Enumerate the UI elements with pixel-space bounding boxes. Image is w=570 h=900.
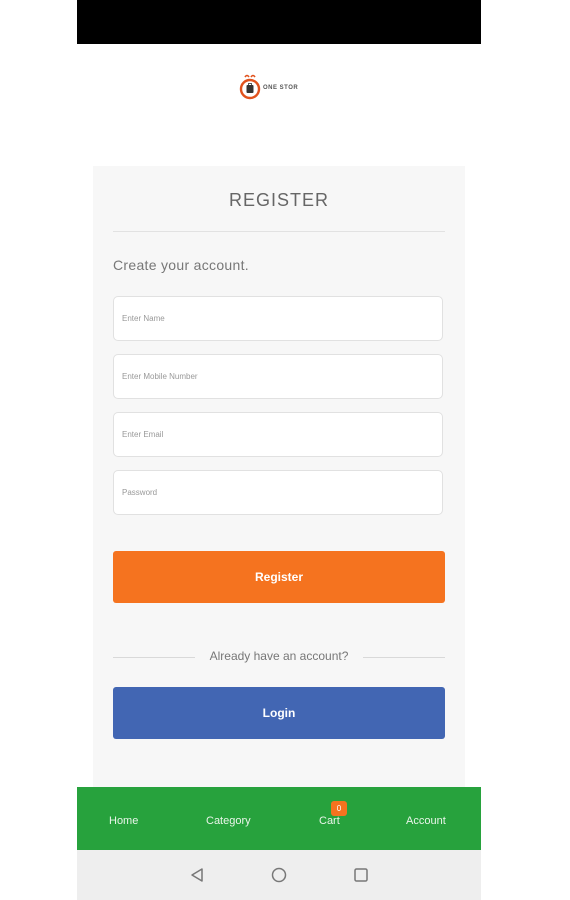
already-account-text: Already have an account? — [209, 649, 349, 663]
subtitle: Create your account. — [113, 257, 249, 273]
system-nav-bar — [77, 850, 481, 900]
bottom-nav: Home Category 0 Cart Account — [77, 787, 481, 850]
brand-logo[interactable]: ONE STOR — [237, 73, 298, 103]
already-account-row: Already have an account? — [113, 647, 445, 667]
title-divider — [113, 231, 445, 232]
logo-icon — [239, 74, 261, 100]
email-field[interactable] — [113, 412, 443, 457]
recents-square-icon[interactable] — [353, 867, 369, 883]
main-content: REGISTER Create your account. Register A… — [77, 130, 481, 806]
login-button[interactable]: Login — [113, 687, 445, 739]
divider-right — [363, 657, 445, 658]
home-circle-icon[interactable] — [271, 867, 287, 883]
mobile-field[interactable] — [113, 354, 443, 399]
name-field[interactable] — [113, 296, 443, 341]
name-input[interactable] — [114, 297, 442, 340]
mobile-input[interactable] — [114, 355, 442, 398]
email-input[interactable] — [114, 413, 442, 456]
nav-category[interactable]: Category — [206, 815, 251, 827]
nav-account[interactable]: Account — [406, 815, 446, 827]
phone-screen: ONE STOR REGISTER Create your account. R… — [77, 0, 481, 900]
brand-name: ONE STOR — [263, 85, 299, 91]
password-field[interactable] — [113, 470, 443, 515]
back-icon[interactable] — [189, 867, 205, 883]
app-header: ONE STOR — [77, 44, 481, 131]
page-title: REGISTER — [228, 190, 329, 210]
register-button[interactable]: Register — [113, 551, 445, 603]
status-bar — [77, 0, 481, 44]
password-input[interactable] — [114, 471, 442, 514]
nav-home[interactable]: Home — [109, 815, 138, 827]
nav-cart[interactable]: Cart — [319, 815, 340, 827]
register-card: REGISTER Create your account. Register A… — [93, 166, 465, 806]
cart-count-badge: 0 — [331, 801, 347, 816]
